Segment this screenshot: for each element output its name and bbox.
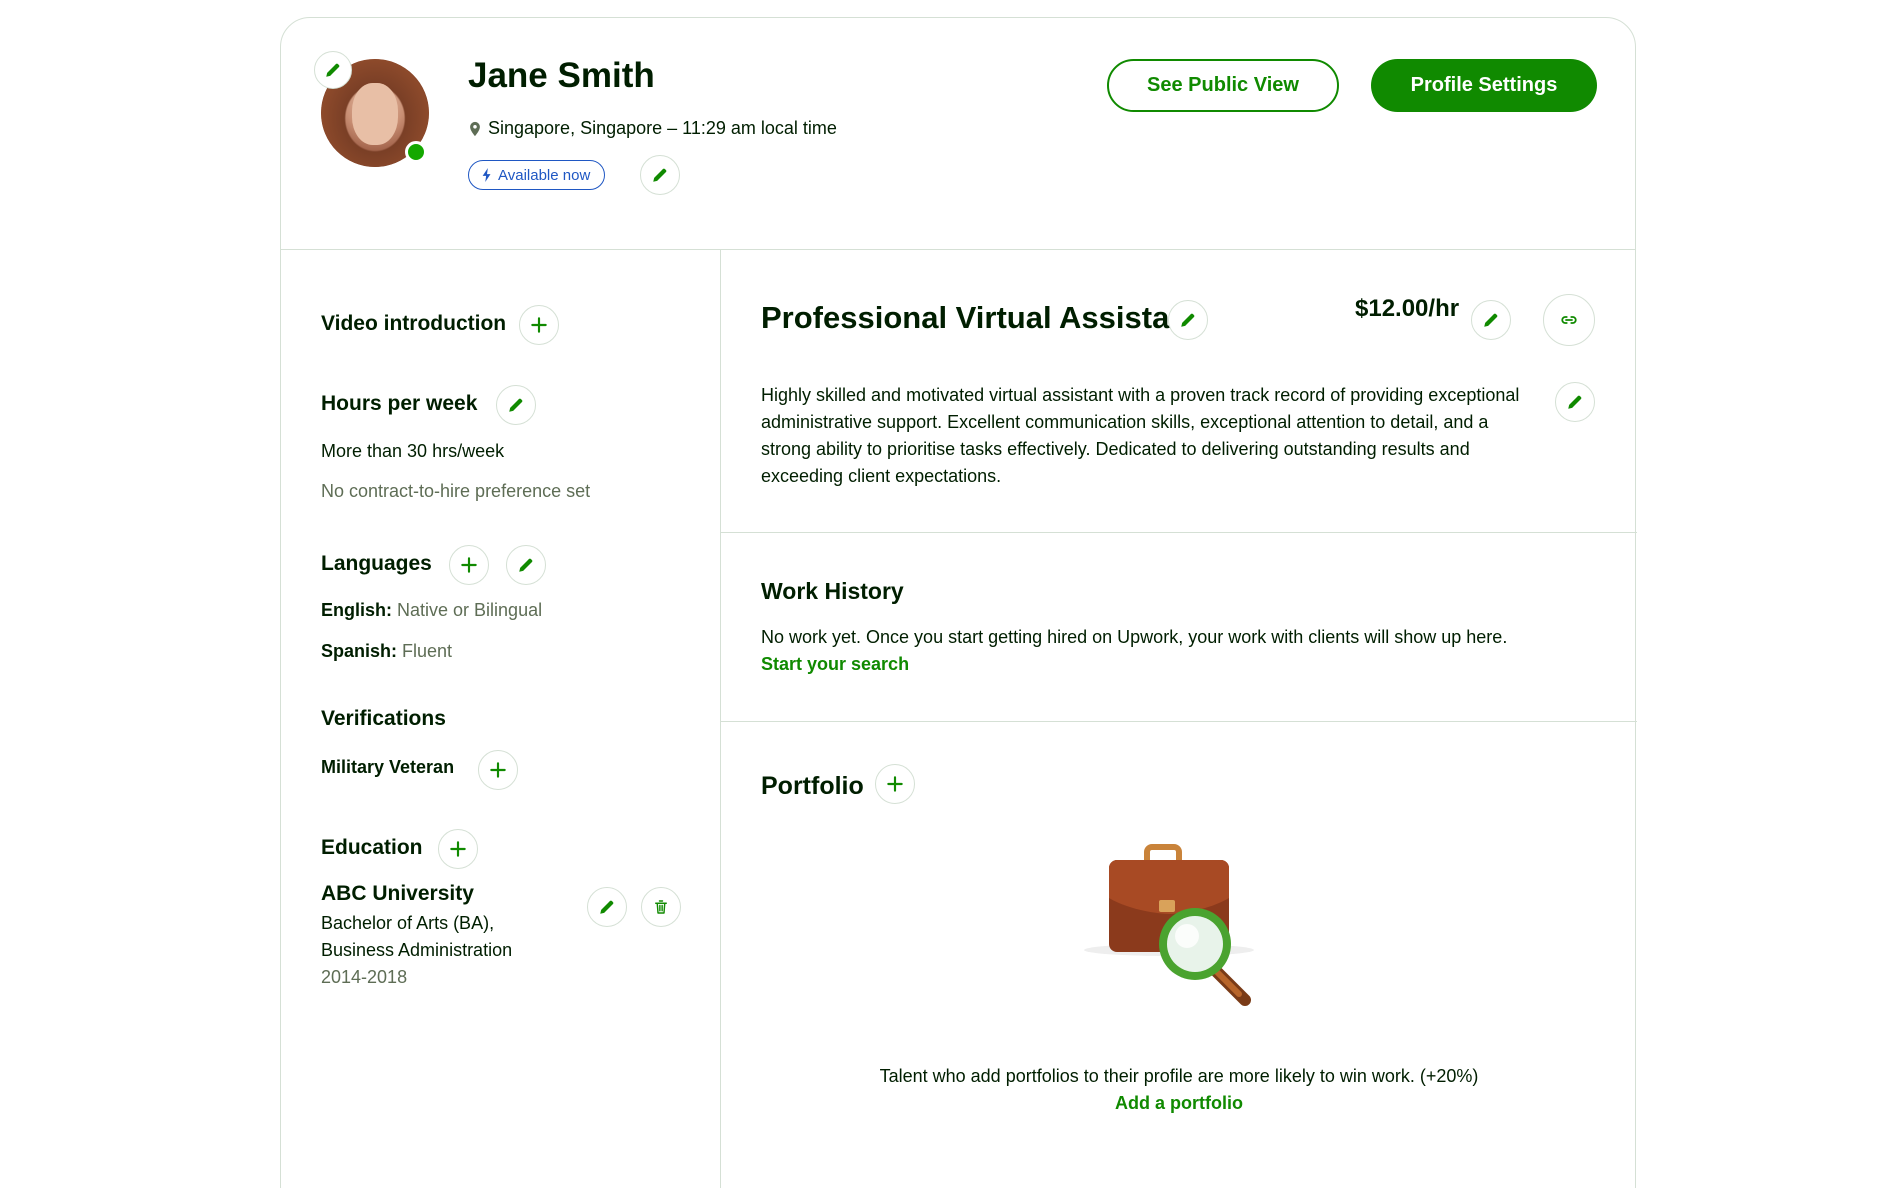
plus-icon [529, 315, 549, 335]
pencil-icon [324, 61, 342, 79]
hourly-rate: $12.00/hr [1355, 295, 1460, 322]
degree-line: Bachelor of Arts (BA), [321, 913, 495, 933]
profile-name: Jane Smith [468, 56, 655, 95]
edit-availability-button[interactable] [640, 155, 680, 195]
edit-overview-button[interactable] [1555, 382, 1595, 422]
location-pin-icon [470, 121, 480, 136]
trash-icon [652, 898, 670, 916]
pencil-icon [1566, 393, 1584, 411]
add-portfolio-link[interactable]: Add a portfolio [721, 1093, 1637, 1114]
title-overview-section: Professional Virtual Assistant $12.00/hr… [721, 250, 1637, 533]
plus-icon [459, 555, 479, 575]
pencil-icon [517, 556, 535, 574]
profile-card: Jane Smith Singapore, Singapore – 11:29 … [280, 17, 1637, 1188]
add-language-button[interactable] [449, 545, 489, 585]
edit-rate-button[interactable] [1471, 300, 1511, 340]
language-name: Spanish: [321, 641, 398, 661]
portfolio-prompt: Talent who add portfolios to their profi… [879, 1066, 1479, 1086]
edit-education-button[interactable] [587, 887, 627, 927]
hours-heading: Hours per week [321, 392, 478, 415]
language-level: Native or Bilingual [397, 600, 543, 620]
languages-heading: Languages [321, 552, 432, 575]
add-education-button[interactable] [438, 829, 478, 869]
profile-settings-button[interactable]: Profile Settings [1371, 59, 1597, 112]
military-veteran-label: Military Veteran [321, 757, 455, 777]
briefcase-search-illustration [1084, 844, 1254, 1006]
pencil-icon [1179, 311, 1197, 329]
plus-icon [488, 760, 508, 780]
add-portfolio-button[interactable] [875, 764, 915, 804]
pencil-icon [507, 396, 525, 414]
profile-title: Professional Virtual Assistant [761, 300, 1199, 335]
start-search-link[interactable]: Start your search [761, 654, 909, 675]
plus-icon [448, 839, 468, 859]
pencil-icon [651, 166, 669, 184]
profile-overview: Highly skilled and motivated virtual ass… [761, 385, 1520, 486]
edit-photo-button[interactable] [314, 51, 352, 89]
language-level: Fluent [402, 641, 453, 661]
copy-link-button[interactable] [1543, 294, 1595, 346]
degree-line: Business Administration [321, 940, 513, 960]
pencil-icon [1482, 311, 1500, 329]
link-icon [1560, 311, 1578, 329]
see-public-view-button[interactable]: See Public View [1107, 59, 1339, 112]
portfolio-heading: Portfolio [761, 772, 864, 800]
availability-badge[interactable]: Available now [468, 160, 606, 190]
language-item: Spanish: Fluent [321, 641, 452, 662]
add-video-button[interactable] [519, 305, 559, 345]
edit-hours-button[interactable] [496, 385, 536, 425]
bolt-icon [482, 168, 491, 182]
pencil-icon [598, 898, 616, 916]
education-years: 2014-2018 [321, 967, 408, 987]
contract-preference: No contract-to-hire preference set [321, 481, 591, 501]
work-history-text: No work yet. Once you start getting hire… [761, 627, 1508, 647]
portfolio-section: Portfolio Talent who add portfolios to t… [721, 722, 1637, 1188]
location-line: Singapore, Singapore – 11:29 am local ti… [468, 118, 837, 139]
location-text: Singapore, Singapore – 11:29 am local ti… [488, 118, 837, 138]
profile-header: Jane Smith Singapore, Singapore – 11:29 … [281, 18, 1635, 250]
language-item: English: Native or Bilingual [321, 600, 542, 621]
work-history-heading: Work History [761, 578, 904, 604]
school-name: ABC University [321, 882, 474, 905]
availability-label: Available now [498, 166, 591, 184]
work-history-section: Work History No work yet. Once you start… [721, 533, 1637, 722]
plus-icon [885, 774, 905, 794]
edit-title-button[interactable] [1168, 300, 1208, 340]
add-military-button[interactable] [478, 750, 518, 790]
language-name: English: [321, 600, 392, 620]
avatar-face [352, 83, 398, 145]
education-heading: Education [321, 836, 423, 859]
hours-value: More than 30 hrs/week [321, 441, 505, 461]
delete-education-button[interactable] [641, 887, 681, 927]
profile-sidebar: Video introduction Hours per week More t… [281, 250, 721, 1188]
online-status-dot [405, 141, 427, 163]
verifications-heading: Verifications [321, 707, 446, 730]
edit-languages-button[interactable] [506, 545, 546, 585]
video-intro-heading: Video introduction [321, 312, 507, 335]
